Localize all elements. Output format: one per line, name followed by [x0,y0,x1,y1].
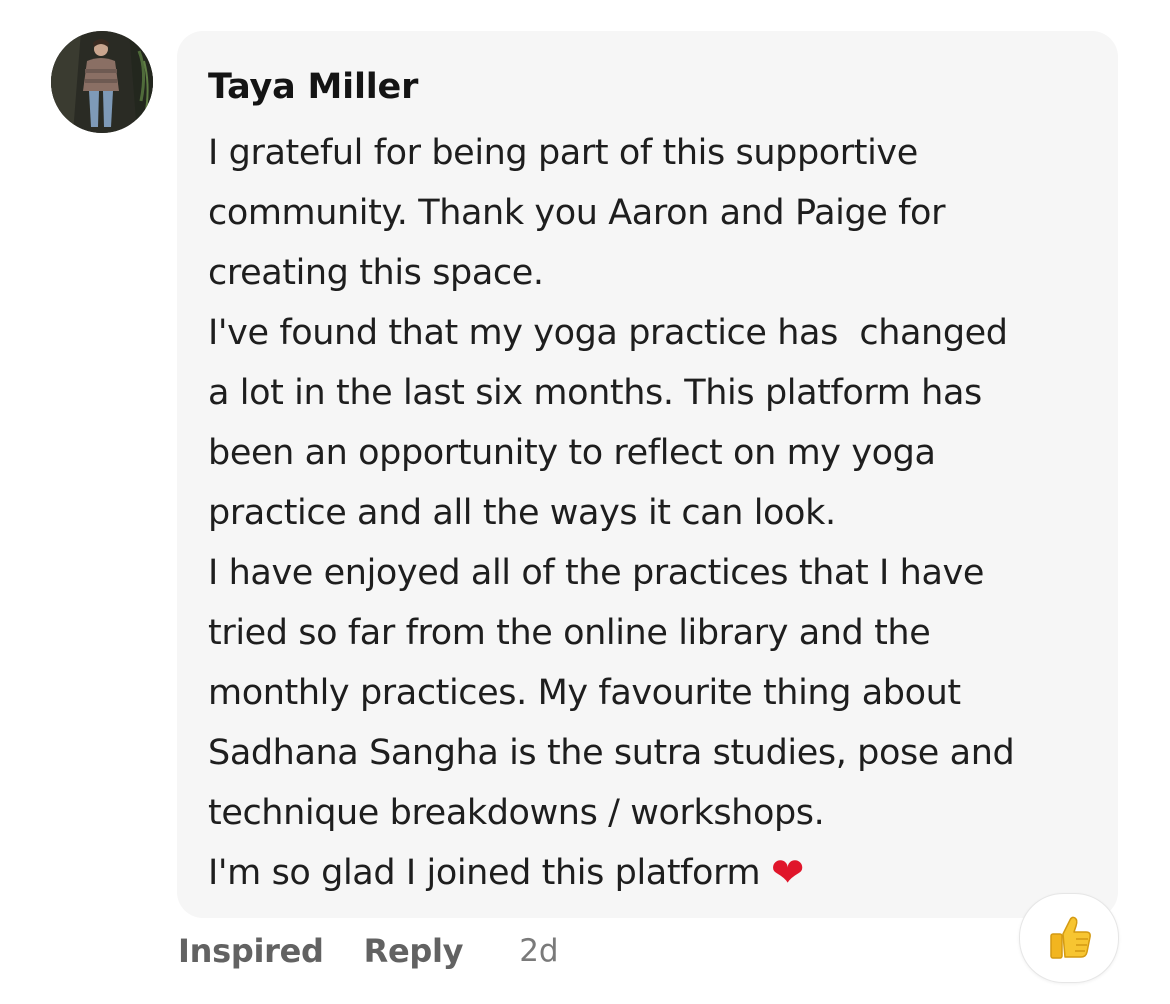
comment-actions: Inspired Reply 2d [178,924,559,978]
comment-line: a lot in the last six months. This platf… [208,373,982,413]
comment-bubble: Taya Miller I grateful for being part of… [177,31,1118,918]
comment-line: Sadhana Sangha is the sutra studies, pos… [208,733,1015,773]
comment-line: I grateful for being part of this suppor… [208,133,918,173]
comment-line: monthly practices. My favourite thing ab… [208,673,961,713]
comment-timestamp: 2d [519,933,559,969]
comment-line: I've found that my yoga practice has cha… [208,313,1008,353]
comment-line: community. Thank you Aaron and Paige for [208,193,946,233]
comment-body: I grateful for being part of this suppor… [208,123,1088,903]
comment-line: practice and all the ways it can look. [208,493,836,533]
comment-line-last: I'm so glad I joined this platform ❤ [208,843,1088,903]
reaction-button[interactable] [1019,893,1119,983]
thumbs-up-icon [1050,916,1091,959]
comment-line-text: I'm so glad I joined this platform [208,853,771,893]
comment-line: been an opportunity to reflect on my yog… [208,433,936,473]
inspired-button[interactable]: Inspired [178,932,324,970]
avatar-photo [51,31,153,133]
avatar[interactable] [51,31,153,133]
reply-button[interactable]: Reply [364,932,464,970]
comment-author[interactable]: Taya Miller [208,65,1088,109]
comment-line: creating this space. [208,253,544,293]
comment-line: tried so far from the online library and… [208,613,931,653]
heart-emoji: ❤ [770,850,805,896]
comment-line: I have enjoyed all of the practices that… [208,553,984,593]
comment-line: technique breakdowns / workshops. [208,793,825,833]
